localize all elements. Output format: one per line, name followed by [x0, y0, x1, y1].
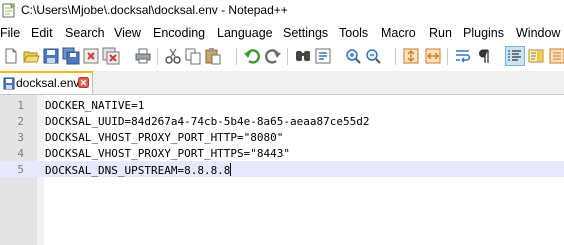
line-number: 5	[17, 163, 24, 176]
line-number: 3	[17, 131, 24, 144]
line-text-value: DOCKSAL_DNS_UPSTREAM=8.8.8.8	[45, 164, 231, 177]
line-number: 4	[17, 147, 24, 160]
print-icon[interactable]	[134, 47, 152, 65]
toolbar-separator	[236, 48, 237, 65]
line-text[interactable]: DOCKSAL_VHOST_PROXY_PORT_HTTP="8080"	[45, 131, 283, 144]
title-bar: C:\Users\Mjobe\.docksal\docksal.env - No…	[0, 0, 564, 22]
code-area[interactable]: 1 DOCKER_NATIVE=1 2 DOCKSAL_UUID=84d267a…	[0, 97, 564, 177]
line-text[interactable]: DOCKSAL_VHOST_PROXY_PORT_HTTPS="8443"	[45, 147, 290, 160]
text-cursor	[230, 163, 232, 176]
find-icon[interactable]	[294, 47, 312, 65]
toolbar	[0, 45, 564, 69]
menu-view[interactable]: View	[114, 26, 141, 40]
saved-file-icon	[3, 77, 15, 90]
save-all-icon[interactable]	[62, 47, 80, 65]
menu-window[interactable]: Window	[516, 26, 560, 40]
save-icon[interactable]	[42, 47, 60, 65]
zoom-out-icon[interactable]	[364, 47, 382, 65]
tab-bar: docksal.env	[0, 71, 564, 95]
close-tab-icon[interactable]	[78, 77, 89, 88]
tab-docksal-env[interactable]: docksal.env	[0, 71, 93, 94]
toolbar-separator	[287, 48, 288, 65]
menu-file[interactable]: File	[0, 26, 20, 40]
line-text[interactable]: DOCKSAL_DNS_UPSTREAM=8.8.8.8	[45, 163, 232, 177]
close-icon[interactable]	[82, 47, 100, 65]
toolbar-separator	[157, 48, 158, 65]
menu-macro[interactable]: Macro	[381, 26, 416, 40]
toolbar-separator	[447, 48, 448, 65]
menu-settings[interactable]: Settings	[283, 26, 328, 40]
menu-tools[interactable]: Tools	[339, 26, 368, 40]
sync-horizontal-icon[interactable]	[424, 47, 442, 65]
replace-icon[interactable]	[314, 47, 332, 65]
indent-guide-icon[interactable]	[505, 46, 525, 66]
open-file-icon[interactable]	[22, 47, 40, 65]
function-list-icon[interactable]	[548, 47, 564, 65]
current-code-line[interactable]: 5 DOCKSAL_DNS_UPSTREAM=8.8.8.8	[0, 161, 564, 177]
menu-run[interactable]: Run	[429, 26, 452, 40]
menu-encoding[interactable]: Encoding	[153, 26, 205, 40]
line-text[interactable]: DOCKER_NATIVE=1	[45, 99, 144, 112]
code-line[interactable]: 4 DOCKSAL_VHOST_PROXY_PORT_HTTPS="8443"	[0, 145, 564, 161]
code-line[interactable]: 3 DOCKSAL_VHOST_PROXY_PORT_HTTP="8080"	[0, 129, 564, 145]
paste-icon[interactable]	[204, 47, 222, 65]
notepadpp-icon	[2, 3, 15, 18]
word-wrap-icon[interactable]	[454, 47, 472, 65]
code-line[interactable]: 2 DOCKSAL_UUID=84d267a4-74cb-5b4e-8a65-a…	[0, 113, 564, 129]
zoom-in-icon[interactable]	[344, 47, 362, 65]
line-number: 2	[17, 115, 24, 128]
menu-plugins[interactable]: Plugins	[463, 26, 504, 40]
code-line[interactable]: 1 DOCKER_NATIVE=1	[0, 97, 564, 113]
window-title: C:\Users\Mjobe\.docksal\docksal.env - No…	[21, 3, 288, 17]
close-all-icon[interactable]	[102, 47, 120, 65]
redo-icon[interactable]	[264, 47, 282, 65]
cut-icon[interactable]	[164, 47, 182, 65]
new-file-icon[interactable]	[2, 47, 20, 65]
tab-label: docksal.env	[16, 76, 80, 90]
undo-icon[interactable]	[243, 47, 261, 65]
editor[interactable]: 1 DOCKER_NATIVE=1 2 DOCKSAL_UUID=84d267a…	[0, 95, 564, 245]
copy-icon[interactable]	[184, 47, 202, 65]
show-all-characters-icon[interactable]	[474, 47, 492, 65]
document-map-icon[interactable]	[527, 47, 545, 65]
menu-search[interactable]: Search	[65, 26, 105, 40]
menu-bar: File Edit Search View Encoding Language …	[0, 24, 564, 44]
line-text[interactable]: DOCKSAL_UUID=84d267a4-74cb-5b4e-8a65-aea…	[45, 115, 370, 128]
menu-language[interactable]: Language	[217, 26, 273, 40]
toolbar-separator	[395, 48, 396, 65]
line-number: 1	[17, 99, 24, 112]
menu-edit[interactable]: Edit	[31, 26, 53, 40]
sync-vertical-icon[interactable]	[402, 47, 420, 65]
